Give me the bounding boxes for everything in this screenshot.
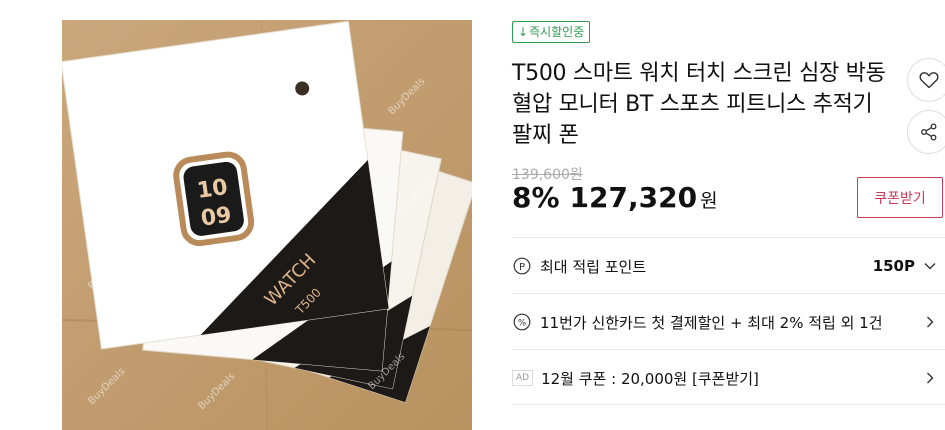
like-button[interactable] — [907, 58, 945, 102]
watermark: BuyDeals — [196, 371, 237, 412]
chevron-right-icon — [927, 372, 934, 384]
product-image[interactable]: 10 09 WATCH T500 BuyDeals BuyDeals BuyDe… — [62, 20, 472, 430]
benefit-row-card-discount[interactable]: % 11번가 신한카드 첫 결제할인 + 최대 2% 적립 외 1건 — [512, 294, 945, 350]
share-button[interactable] — [907, 110, 945, 154]
benefit-row-points[interactable]: P 최대 적립 포인트 150P — [512, 238, 945, 294]
benefit-label: 최대 적립 포인트 — [540, 257, 647, 276]
benefit-value: 150P — [872, 257, 915, 275]
watch-face-minutes: 09 — [199, 203, 233, 232]
divider — [512, 404, 945, 405]
watermark: BuyDeals — [386, 76, 427, 117]
benefit-row-ad-coupon[interactable]: AD 12월 쿠폰 : 20,000원 [쿠폰받기] — [512, 350, 945, 406]
current-price: 127,320 — [569, 181, 698, 214]
percent-icon: % — [512, 312, 532, 332]
share-icon — [921, 123, 937, 141]
ad-tag: AD — [512, 370, 534, 386]
watch-face-hours: 10 — [195, 175, 229, 204]
svg-text:P: P — [519, 262, 525, 273]
product-photo-illustration: 10 09 WATCH T500 BuyDeals BuyDeals BuyDe… — [62, 20, 472, 430]
heart-icon — [919, 72, 939, 89]
product-title: T500 스마트 워치 터치 스크린 심장 박동 혈압 모니터 BT 스포츠 피… — [512, 61, 886, 148]
down-arrow-icon: ↓ — [518, 25, 529, 39]
coupon-download-button[interactable]: 쿠폰받기 — [857, 177, 943, 218]
badge-text: 즉시할인중 — [529, 25, 585, 39]
instant-discount-badge: ↓ 즉시할인중 — [512, 21, 591, 43]
discount-rate: 8% — [512, 181, 560, 214]
sale-price: 8% 127,320 원 — [512, 181, 718, 214]
benefit-label: 12월 쿠폰 : 20,000원 [쿠폰받기] — [541, 369, 759, 388]
svg-text:%: % — [518, 318, 526, 328]
benefit-label: 11번가 신한카드 첫 결제할인 + 최대 2% 적립 외 1건 — [540, 313, 883, 332]
currency-unit: 원 — [700, 190, 718, 212]
chevron-down-icon — [924, 263, 936, 270]
chevron-right-icon — [927, 316, 934, 328]
point-icon: P — [512, 256, 532, 276]
watermark: BuyDeals — [86, 366, 127, 407]
